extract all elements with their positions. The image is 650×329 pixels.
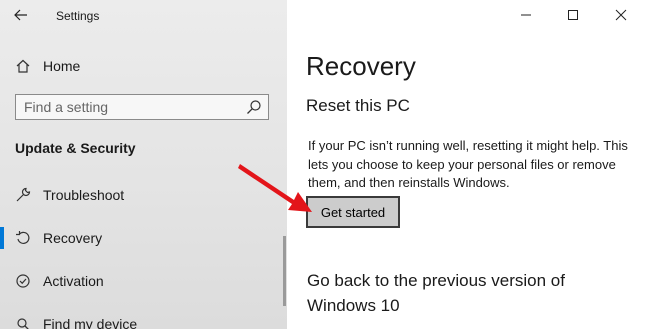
app-title: Settings bbox=[56, 9, 100, 23]
sidebar: Settings Home Update & Security Troubles… bbox=[0, 0, 287, 329]
back-arrow-icon bbox=[14, 9, 27, 21]
recovery-icon bbox=[14, 229, 32, 247]
find-device-icon bbox=[14, 315, 32, 329]
page-title: Recovery bbox=[306, 51, 416, 81]
sidebar-item-label: Activation bbox=[43, 273, 104, 289]
sidebar-item-label: Find my device bbox=[43, 316, 138, 329]
go-back-heading: Go back to the previous version of Windo… bbox=[307, 271, 565, 315]
minimize-icon bbox=[521, 14, 531, 16]
search-input[interactable] bbox=[16, 95, 244, 119]
maximize-button[interactable] bbox=[561, 4, 585, 26]
search-icon[interactable] bbox=[246, 99, 262, 115]
titlebar-left: Settings bbox=[0, 0, 287, 30]
sidebar-item-label: Home bbox=[43, 58, 81, 74]
main-content: Recovery Reset this PC If your PC isn’t … bbox=[287, 0, 650, 329]
reset-pc-description: If your PC isn’t running well, resetting… bbox=[308, 138, 628, 190]
sidebar-item-home[interactable]: Home bbox=[0, 52, 287, 80]
close-icon bbox=[615, 9, 627, 21]
sidebar-item-label: Troubleshoot bbox=[43, 187, 125, 203]
sidebar-item-label: Recovery bbox=[43, 230, 103, 246]
sidebar-item-activation[interactable]: Activation bbox=[0, 266, 287, 296]
activation-icon bbox=[14, 272, 32, 290]
wrench-icon bbox=[14, 186, 32, 204]
close-button[interactable] bbox=[609, 4, 633, 26]
sidebar-scrollbar[interactable] bbox=[283, 236, 286, 306]
sidebar-item-find-my-device[interactable]: Find my device bbox=[0, 309, 287, 329]
window-controls bbox=[510, 0, 650, 30]
home-icon bbox=[14, 57, 32, 75]
reset-pc-heading: Reset this PC bbox=[306, 96, 410, 115]
active-indicator bbox=[0, 227, 4, 249]
minimize-button[interactable] bbox=[514, 4, 538, 26]
section-heading: Update & Security bbox=[15, 140, 136, 156]
back-button[interactable] bbox=[10, 6, 32, 24]
get-started-button[interactable]: Get started bbox=[306, 196, 400, 228]
sidebar-item-recovery[interactable]: Recovery bbox=[0, 223, 287, 253]
search-box bbox=[15, 94, 269, 120]
maximize-icon bbox=[568, 10, 578, 20]
sidebar-item-troubleshoot[interactable]: Troubleshoot bbox=[0, 180, 287, 210]
